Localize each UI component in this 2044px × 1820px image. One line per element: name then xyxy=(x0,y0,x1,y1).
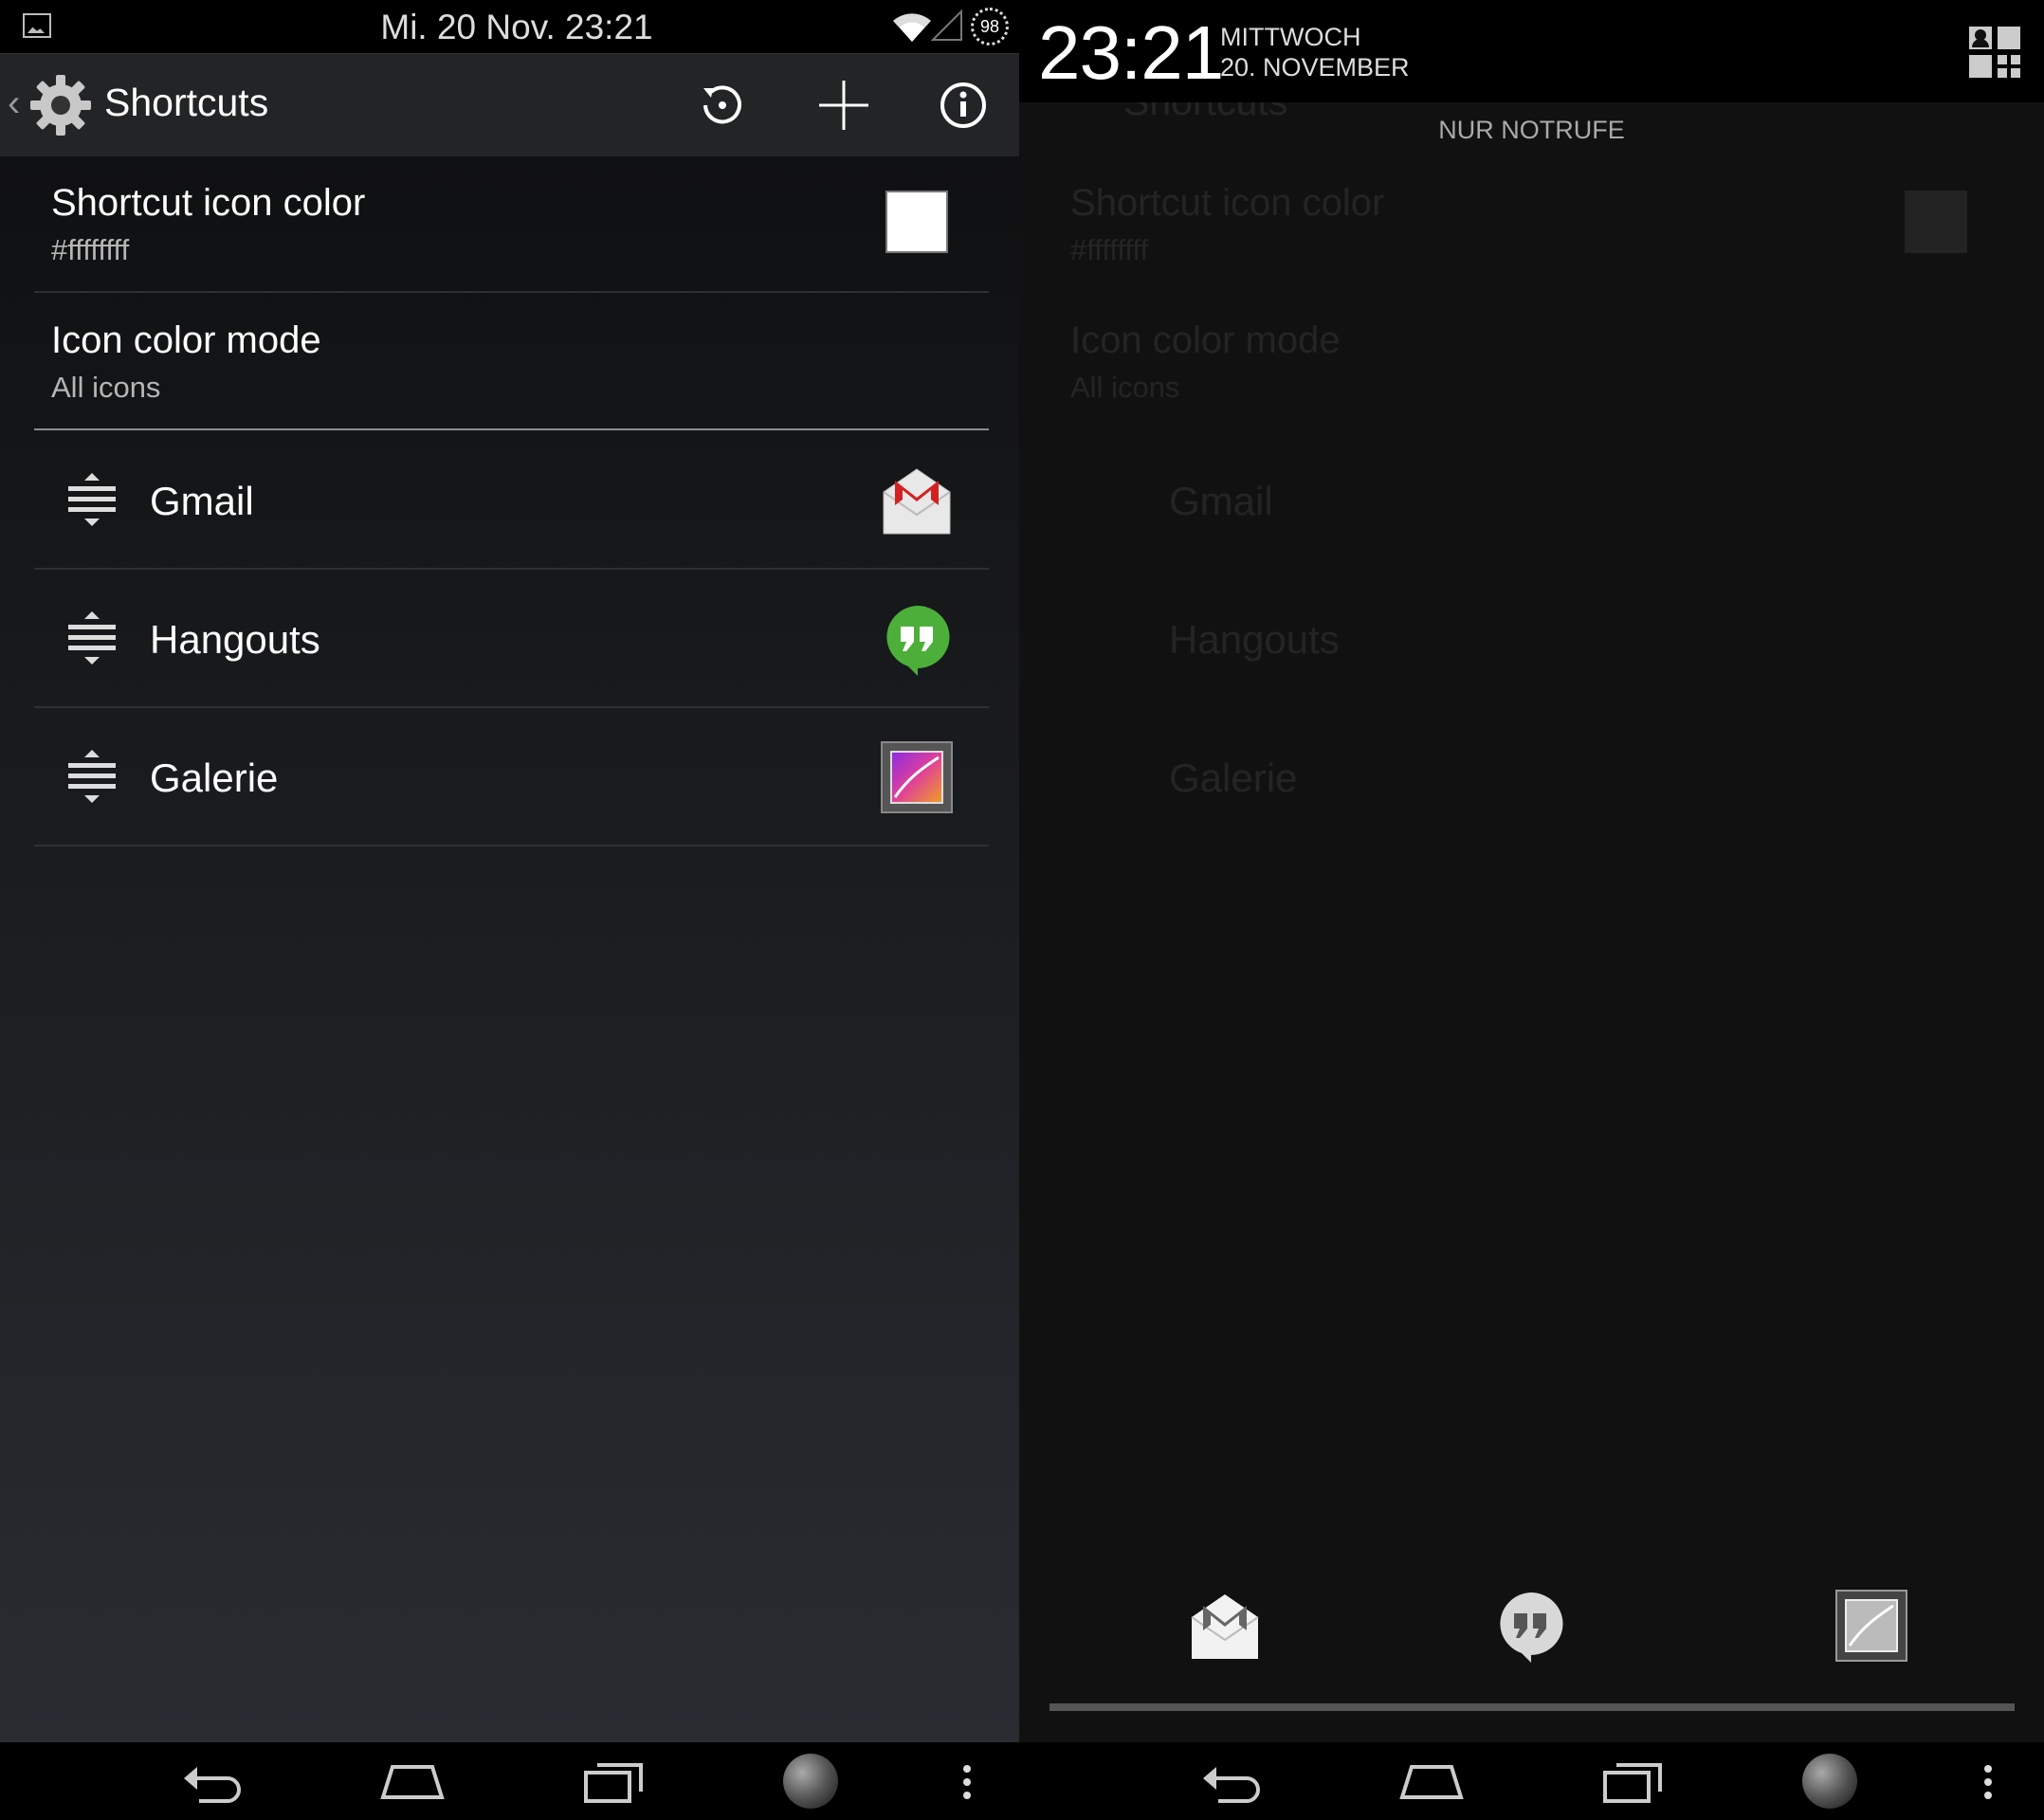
ghost-shortcut-label: Galerie xyxy=(1169,755,1298,800)
user-switcher-icon[interactable] xyxy=(1967,25,2022,80)
pref-title: Icon color mode xyxy=(51,319,321,361)
shortcut-item-hangouts[interactable]: Hangouts xyxy=(34,570,989,708)
recents-icon[interactable] xyxy=(580,1756,647,1807)
shortcut-item-galerie[interactable]: Galerie xyxy=(34,708,989,846)
back-icon[interactable] xyxy=(1199,1756,1266,1807)
clock-time: 23:21 xyxy=(1038,10,1224,95)
hangouts-icon[interactable] xyxy=(1493,1589,1567,1663)
gear-icon[interactable] xyxy=(28,73,93,137)
shortcut-item-gmail[interactable]: Gmail xyxy=(34,431,989,570)
shortcut-label: Galerie xyxy=(150,755,279,800)
widget-scroll-indicator xyxy=(1049,1703,2015,1711)
lockscreen-header: 23:21 MITTWOCH 20. NOVEMBER xyxy=(1019,0,2044,102)
ghost-pref-summary: All icons xyxy=(1070,371,1180,404)
restore-icon[interactable] xyxy=(692,75,753,136)
status-datetime: Mi. 20 Nov. 23:21 xyxy=(380,8,653,46)
pref-title: Shortcut icon color xyxy=(51,182,366,224)
gallery-icon[interactable] xyxy=(1834,1589,1908,1663)
gmail-icon xyxy=(883,468,951,535)
drag-handle-icon[interactable] xyxy=(66,748,118,805)
signal-icon xyxy=(931,9,962,41)
ghost-swatch xyxy=(1905,191,1967,253)
clock-date: 20. NOVEMBER xyxy=(1220,53,1410,82)
overflow-menu-icon[interactable] xyxy=(1983,1763,1993,1801)
overflow-menu-icon[interactable] xyxy=(962,1763,972,1801)
ghost-pref-title: Icon color mode xyxy=(1070,319,1341,361)
color-swatch xyxy=(885,191,948,253)
hangouts-icon xyxy=(886,605,950,676)
drag-handle-icon[interactable] xyxy=(66,471,118,528)
gallery-icon xyxy=(881,741,953,813)
assistant-orb-icon[interactable] xyxy=(1802,1754,1857,1809)
lockscreen: Shortcuts Shortcut icon color #ffffffff … xyxy=(1019,0,2044,1820)
ghost-shortcut-label: Gmail xyxy=(1169,479,1273,523)
recents-icon[interactable] xyxy=(1599,1756,1666,1807)
status-bar: Mi. 20 Nov. 23:21 98 xyxy=(0,0,1019,53)
emergency-calls-only: NUR NOTRUFE xyxy=(1438,116,1625,144)
settings-screen: Mi. 20 Nov. 23:21 98 ‹ Shortcuts Shortcu… xyxy=(0,0,1019,1820)
pref-summary: #ffffffff xyxy=(51,233,130,266)
dimmed-background: Shortcuts Shortcut icon color #ffffffff … xyxy=(1019,0,2038,1742)
ghost-pref-summary: #ffffffff xyxy=(1070,233,1149,266)
pref-shortcut-icon-color[interactable]: Shortcut icon color #ffffffff xyxy=(34,155,989,293)
battery-indicator: 98 xyxy=(971,8,1009,46)
back-icon[interactable] xyxy=(180,1756,246,1807)
home-icon[interactable] xyxy=(1398,1756,1465,1807)
assistant-orb-icon[interactable] xyxy=(783,1754,838,1809)
drag-handle-icon[interactable] xyxy=(66,610,118,666)
gmail-icon[interactable] xyxy=(1188,1589,1262,1663)
pref-summary: All icons xyxy=(51,371,161,404)
shortcut-label: Hangouts xyxy=(150,617,320,662)
home-icon[interactable] xyxy=(379,1756,446,1807)
shortcut-label: Gmail xyxy=(150,479,254,523)
clock-weekday: MITTWOCH xyxy=(1220,23,1361,51)
pref-icon-color-mode[interactable]: Icon color mode All icons xyxy=(34,293,989,430)
ghost-pref-title: Shortcut icon color xyxy=(1070,182,1385,224)
ghost-shortcut-label: Hangouts xyxy=(1169,617,1340,662)
page-title: Shortcuts xyxy=(104,81,269,124)
action-bar: ‹ Shortcuts xyxy=(0,53,1019,156)
wifi-icon xyxy=(893,13,931,42)
navigation-bar xyxy=(0,1742,1019,1820)
add-icon[interactable] xyxy=(813,75,874,136)
up-chevron-icon[interactable]: ‹ xyxy=(8,82,20,125)
navigation-bar xyxy=(1019,1742,2044,1820)
info-icon[interactable] xyxy=(933,75,994,136)
